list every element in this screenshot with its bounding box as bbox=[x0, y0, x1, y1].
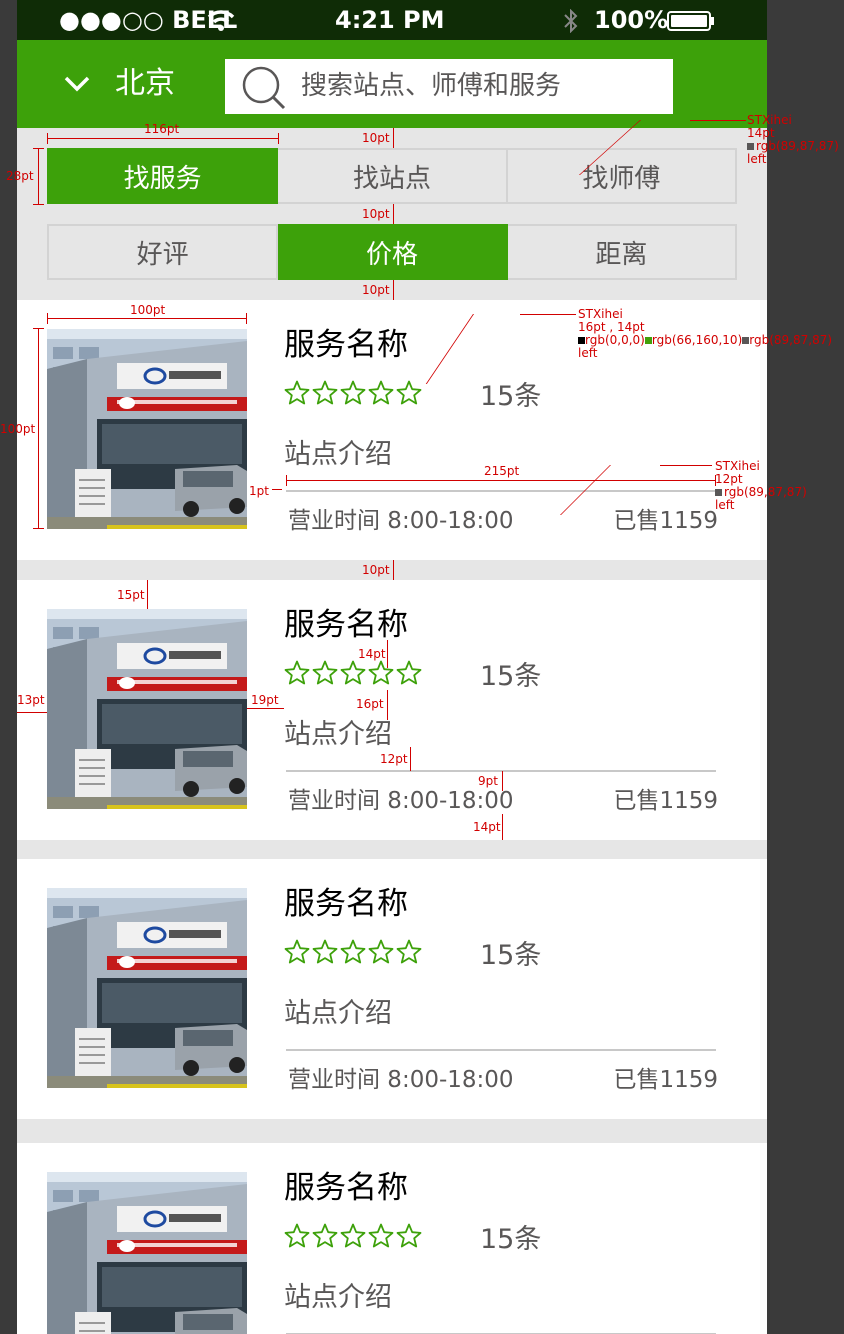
spec-footer-font: STXihei 12pt rgb(89,87,87) left bbox=[715, 459, 807, 512]
battery-icon bbox=[667, 11, 714, 31]
review-count: 15条 bbox=[480, 381, 542, 412]
storefront-image bbox=[47, 329, 247, 529]
phone-screen: ●●●○○ BELL 4:21 PM 100% 北京 搜索站点、师傅和服务 找服… bbox=[17, 0, 767, 1334]
tab-find-technician[interactable]: 找师傅 bbox=[507, 148, 737, 204]
search-bar[interactable] bbox=[225, 59, 673, 114]
rating-stars bbox=[284, 380, 422, 406]
spec-title-font: STXihei 16pt , 14pt rgb(0,0,0) rgb(66,160… bbox=[578, 307, 833, 360]
bluetooth-icon bbox=[564, 9, 578, 33]
spec-divider-height: 1pt bbox=[249, 484, 269, 498]
sold-count: 已售1159 bbox=[613, 1067, 718, 1093]
star-icon bbox=[284, 660, 310, 685]
business-hours: 营业时间 8:00-18:00 bbox=[288, 788, 514, 814]
review-count: 15条 bbox=[480, 940, 542, 971]
spec-row-gap: 14pt bbox=[358, 647, 386, 661]
star-icon bbox=[368, 380, 394, 405]
rating-stars bbox=[284, 939, 422, 965]
business-hours: 营业时间 8:00-18:00 bbox=[288, 1067, 514, 1093]
listing-card[interactable]: 服务名称 15条 站点介绍 营业时间 8:00-18:00 已售1159 bbox=[17, 580, 767, 840]
status-bar: ●●●○○ BELL 4:21 PM 100% bbox=[17, 0, 767, 40]
review-count: 15条 bbox=[480, 1224, 542, 1255]
sold-count: 已售1159 bbox=[613, 508, 718, 534]
station-intro: 站点介绍 bbox=[284, 1282, 392, 1313]
star-icon bbox=[368, 1223, 394, 1248]
spec-tab-font: STXihei 14pt rgb(89,87,87) left bbox=[747, 113, 839, 166]
sold-count: 已售1159 bbox=[613, 788, 718, 814]
station-intro: 站点介绍 bbox=[284, 998, 392, 1029]
rating-stars bbox=[284, 1223, 422, 1249]
sort-price[interactable]: 价格 bbox=[278, 224, 508, 280]
listing-card[interactable]: 服务名称 15条 站点介绍 bbox=[17, 1143, 767, 1334]
divider bbox=[286, 1049, 716, 1051]
spec-gap: 10pt bbox=[362, 563, 390, 577]
spec-gap: 10pt bbox=[362, 131, 390, 145]
review-count: 15条 bbox=[480, 661, 542, 692]
service-name: 服务名称 bbox=[284, 607, 408, 643]
spec-thumb-height: 100pt bbox=[0, 422, 36, 436]
battery-percent: 100% bbox=[594, 6, 669, 34]
star-icon bbox=[312, 660, 338, 685]
star-icon bbox=[312, 380, 338, 405]
tab-find-station[interactable]: 找站点 bbox=[278, 148, 508, 204]
nav-bar: 北京 bbox=[17, 40, 767, 128]
spec-divider-width: 215pt bbox=[484, 464, 520, 478]
spec-padding-top: 15pt bbox=[117, 588, 145, 602]
sort-rating[interactable]: 好评 bbox=[47, 224, 279, 280]
star-icon bbox=[284, 380, 310, 405]
spec-padding-left: 13pt bbox=[17, 693, 45, 707]
star-icon bbox=[340, 939, 366, 964]
star-icon bbox=[284, 939, 310, 964]
listing-thumbnail bbox=[47, 888, 247, 1088]
rating-stars bbox=[284, 660, 422, 686]
star-icon bbox=[396, 380, 422, 405]
sort-options: 好评 价格 距离 bbox=[47, 224, 737, 280]
spec-gap: 10pt bbox=[362, 283, 390, 297]
search-input[interactable] bbox=[301, 67, 661, 105]
listing-thumbnail bbox=[47, 1172, 247, 1334]
spec-gap: 10pt bbox=[362, 207, 390, 221]
spec-row-gap: 12pt bbox=[380, 752, 408, 766]
star-icon bbox=[368, 660, 394, 685]
sort-distance[interactable]: 距离 bbox=[507, 224, 737, 280]
station-intro: 站点介绍 bbox=[284, 439, 392, 470]
star-icon bbox=[312, 939, 338, 964]
star-icon bbox=[368, 939, 394, 964]
storefront-image bbox=[47, 888, 247, 1088]
star-icon bbox=[340, 380, 366, 405]
city-selector[interactable]: 北京 bbox=[115, 67, 175, 101]
star-icon bbox=[396, 1223, 422, 1248]
clock: 4:21 PM bbox=[335, 6, 445, 34]
star-icon bbox=[396, 660, 422, 685]
spec-row-gap: 16pt bbox=[356, 697, 384, 711]
spec-thumb-width: 100pt bbox=[130, 303, 166, 317]
star-icon bbox=[340, 1223, 366, 1248]
wifi-icon bbox=[207, 10, 235, 31]
category-tabs: 找服务 找站点 找师傅 bbox=[47, 148, 737, 204]
spec-thumb-gap: 19pt bbox=[251, 693, 279, 707]
listing-thumbnail bbox=[47, 329, 247, 529]
spec-tab-width: 116pt bbox=[144, 122, 180, 136]
listing-card[interactable]: 服务名称 15条 站点介绍 营业时间 8:00-18:00 已售1159 bbox=[17, 859, 767, 1119]
spec-row-gap: 14pt bbox=[473, 820, 501, 834]
service-name: 服务名称 bbox=[284, 1170, 408, 1206]
star-icon bbox=[396, 939, 422, 964]
listing-thumbnail bbox=[47, 609, 247, 809]
search-icon bbox=[242, 66, 286, 110]
spec-tab-height: 28pt bbox=[6, 169, 34, 183]
chevron-down-icon[interactable] bbox=[62, 74, 92, 94]
storefront-image bbox=[47, 1172, 247, 1334]
star-icon bbox=[340, 660, 366, 685]
tab-find-service[interactable]: 找服务 bbox=[47, 148, 279, 204]
divider bbox=[286, 490, 716, 492]
divider bbox=[286, 770, 716, 772]
spec-row-gap: 9pt bbox=[478, 774, 498, 788]
business-hours: 营业时间 8:00-18:00 bbox=[288, 508, 514, 534]
station-intro: 站点介绍 bbox=[284, 719, 392, 750]
star-icon bbox=[312, 1223, 338, 1248]
service-name: 服务名称 bbox=[284, 886, 408, 922]
storefront-image bbox=[47, 609, 247, 809]
service-name: 服务名称 bbox=[284, 327, 408, 363]
star-icon bbox=[284, 1223, 310, 1248]
